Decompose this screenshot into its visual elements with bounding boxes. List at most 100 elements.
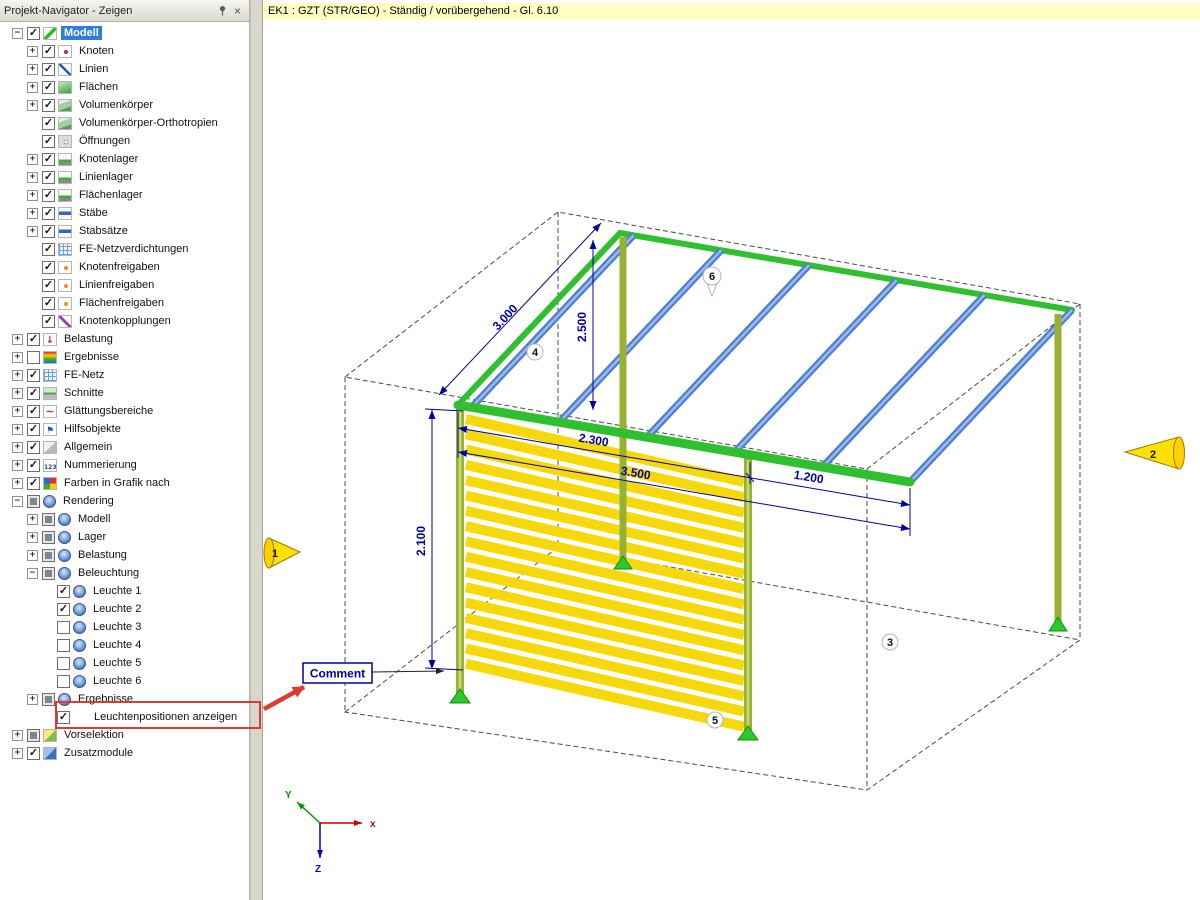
light-1[interactable]: 1 — [263, 537, 302, 569]
tree-item-hilfsobjekte[interactable]: Hilfsobjekte — [0, 420, 249, 438]
tree-item-volumenkoerper-orthotropien[interactable]: Volumenkörper-Orthotropien — [0, 114, 249, 132]
tree-item-label[interactable]: Leuchte 6 — [90, 674, 144, 688]
close-icon[interactable]: × — [230, 3, 245, 18]
visibility-checkbox[interactable] — [57, 620, 70, 634]
roof-edge-beam-back[interactable] — [617, 230, 1075, 313]
expand-icon[interactable] — [12, 387, 23, 399]
visibility-checkbox[interactable] — [42, 116, 55, 130]
tree-item-leuchte-2[interactable]: Leuchte 2 — [0, 600, 249, 618]
tree-item-label[interactable]: Knotenkopplungen — [76, 314, 174, 328]
tree-item-label[interactable]: Vorselektion — [61, 728, 127, 742]
tree-item-vorselektion[interactable]: Vorselektion — [0, 726, 249, 744]
visibility-checkbox[interactable] — [42, 188, 55, 202]
visibility-checkbox[interactable] — [57, 656, 70, 670]
visibility-checkbox[interactable] — [42, 566, 55, 580]
graphics-window[interactable]: EK1 : GZT (STR/GEO) - Ständig / vorüberg… — [263, 0, 1200, 900]
collapse-icon[interactable] — [12, 27, 23, 39]
expand-icon[interactable] — [12, 369, 23, 381]
visibility-checkbox[interactable] — [42, 206, 55, 220]
visibility-checkbox[interactable] — [27, 404, 40, 418]
tree-item-flaechenlager[interactable]: Flächenlager — [0, 186, 249, 204]
expand-icon[interactable] — [12, 459, 23, 471]
visibility-checkbox[interactable] — [42, 170, 55, 184]
tree-item-belastung[interactable]: Belastung — [0, 546, 249, 564]
tree-item-knotenfreigaben[interactable]: Knotenfreigaben — [0, 258, 249, 276]
tree-item-label[interactable]: Modell — [61, 26, 102, 40]
visibility-checkbox[interactable] — [42, 80, 55, 94]
tree-item-label[interactable]: Knotenfreigaben — [76, 260, 163, 274]
scene-canvas[interactable]: 2.100 3.000 2.500 2.300 1.200 3.500 4 6 … — [263, 0, 1200, 900]
tree-item-label[interactable]: Belastung — [75, 548, 130, 562]
nodal-support-back-right[interactable] — [1048, 616, 1068, 632]
tree-item-label[interactable]: Knotenlager — [76, 152, 141, 166]
expand-icon[interactable] — [27, 513, 38, 525]
tree-item-label[interactable]: Nummerierung — [61, 458, 140, 472]
tree-item-label[interactable]: Leuchte 4 — [90, 638, 144, 652]
visibility-checkbox[interactable] — [42, 278, 55, 292]
tree-item-linienfreigaben[interactable]: Linienfreigaben — [0, 276, 249, 294]
tree-item-label[interactable]: Belastung — [61, 332, 116, 346]
tree-item-label[interactable]: Volumenkörper — [76, 98, 156, 112]
tree-item-label[interactable]: Hilfsobjekte — [61, 422, 124, 436]
expand-icon[interactable] — [12, 441, 23, 453]
tree-item-zusatzmodule[interactable]: Zusatzmodule — [0, 744, 249, 762]
tree-item-volumenkoerper[interactable]: Volumenkörper — [0, 96, 249, 114]
rafter-beam[interactable] — [909, 309, 1073, 483]
rafter-beam[interactable] — [646, 264, 810, 439]
visibility-checkbox[interactable] — [42, 296, 55, 310]
tree-item-label[interactable]: Öffnungen — [76, 134, 133, 148]
tree-item-label[interactable]: Flächen — [76, 80, 121, 94]
tree-item-label[interactable]: Beleuchtung — [75, 566, 142, 580]
expand-icon[interactable] — [27, 207, 38, 219]
collapse-icon[interactable] — [12, 495, 23, 507]
tree-item-fe-netzverdichtungen[interactable]: FE-Netzverdichtungen — [0, 240, 249, 258]
tree-item-modell[interactable]: Modell — [0, 24, 249, 42]
expand-icon[interactable] — [27, 45, 38, 57]
tree-item-rendering[interactable]: Rendering — [0, 492, 249, 510]
tree-item-label[interactable]: Ergebnisse — [75, 692, 136, 706]
expand-icon[interactable] — [12, 351, 23, 363]
tree-item-label[interactable]: Leuchte 3 — [90, 620, 144, 634]
expand-icon[interactable] — [12, 477, 23, 489]
tree-item-label[interactable]: Schnitte — [61, 386, 107, 400]
visibility-checkbox[interactable] — [27, 386, 40, 400]
tree-item-label[interactable]: Flächenfreigaben — [76, 296, 167, 310]
tree-item-label[interactable]: Linienlager — [76, 170, 136, 184]
expand-icon[interactable] — [12, 333, 23, 345]
visibility-checkbox[interactable] — [27, 368, 40, 382]
tree-item-ergebnisse[interactable]: Ergebnisse — [0, 348, 249, 366]
expand-icon[interactable] — [12, 747, 23, 759]
tree-item-nummerierung[interactable]: Nummerierung — [0, 456, 249, 474]
tree-item-label[interactable]: Leuchte 1 — [90, 584, 144, 598]
tree-item-label[interactable]: Farben in Grafik nach — [61, 476, 173, 490]
panel-splitter[interactable] — [250, 0, 263, 900]
panel-titlebar[interactable]: Projekt-Navigator - Zeigen × — [0, 0, 249, 22]
expand-icon[interactable] — [27, 531, 38, 543]
expand-icon[interactable] — [27, 153, 38, 165]
tree-item-label[interactable]: Flächenlager — [76, 188, 146, 202]
comment-callout[interactable]: Comment — [302, 662, 445, 684]
tree-item-label[interactable]: Linien — [76, 62, 111, 76]
tree-item-leuchte-3[interactable]: Leuchte 3 — [0, 618, 249, 636]
tree-item-lager[interactable]: Lager — [0, 528, 249, 546]
rafter-beam[interactable] — [821, 294, 986, 468]
visibility-checkbox[interactable] — [42, 98, 55, 112]
visibility-checkbox[interactable] — [42, 62, 55, 76]
rafter-beam[interactable] — [733, 279, 898, 453]
visibility-checkbox[interactable] — [27, 494, 40, 508]
expand-icon[interactable] — [12, 729, 23, 741]
tree-item-modell[interactable]: Modell — [0, 510, 249, 528]
tree-item-linien[interactable]: Linien — [0, 60, 249, 78]
tree-item-label[interactable]: Stäbe — [76, 206, 111, 220]
visibility-checkbox[interactable] — [57, 638, 70, 652]
tree-item-label[interactable]: Knoten — [76, 44, 117, 58]
expand-icon[interactable] — [12, 423, 23, 435]
tree-item-label[interactable]: Rendering — [60, 494, 117, 508]
tree-item-knotenlager[interactable]: Knotenlager — [0, 150, 249, 168]
visibility-checkbox[interactable] — [27, 440, 40, 454]
tree-item-label[interactable]: Leuchte 2 — [90, 602, 144, 616]
tree-item-staebe[interactable]: Stäbe — [0, 204, 249, 222]
visibility-checkbox[interactable] — [27, 332, 40, 346]
visibility-checkbox[interactable] — [42, 512, 55, 526]
tree-item-label[interactable]: Zusatzmodule — [61, 746, 136, 760]
